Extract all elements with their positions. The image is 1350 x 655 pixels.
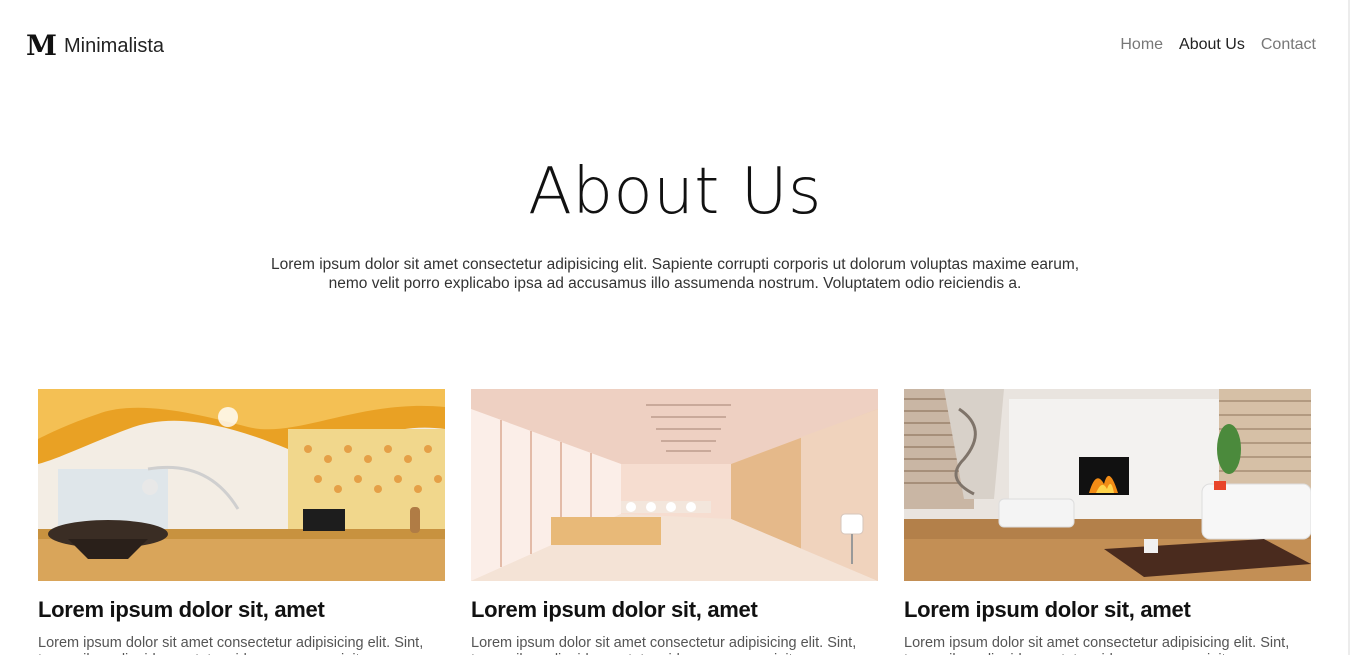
living-room-image: [38, 389, 445, 581]
page: M Minimalista Home About Us Contact Abou…: [0, 0, 1350, 655]
card: Lorem ipsum dolor sit, amet Lorem ipsum …: [471, 389, 878, 655]
nav-link-about-us[interactable]: About Us: [1179, 36, 1245, 54]
brand-name: Minimalista: [64, 34, 165, 57]
card-text: Lorem ipsum dolor sit amet consectetur a…: [38, 635, 424, 655]
intro-text: Lorem ipsum dolor sit amet consectetur a…: [270, 256, 1080, 292]
brand[interactable]: M Minimalista: [26, 30, 164, 62]
card-title: Lorem ipsum dolor sit, amet: [471, 597, 758, 622]
card: Lorem ipsum dolor sit, amet Lorem ipsum …: [38, 389, 445, 655]
card-text: Lorem ipsum dolor sit amet consectetur a…: [471, 635, 857, 655]
site-header: M Minimalista Home About Us Contact: [0, 0, 1348, 92]
logo-mark: M: [26, 29, 57, 62]
card-image-fireplace: [904, 389, 1311, 581]
card-image-living-room: [38, 389, 445, 581]
page-title: About Us: [528, 155, 822, 229]
card-title: Lorem ipsum dolor sit, amet: [38, 597, 325, 622]
fireplace-image: [904, 389, 1311, 581]
card: Lorem ipsum dolor sit, amet Lorem ipsum …: [904, 389, 1311, 655]
card-title: Lorem ipsum dolor sit, amet: [904, 597, 1191, 622]
card-grid: Lorem ipsum dolor sit, amet Lorem ipsum …: [38, 389, 1311, 655]
card-image-office: [471, 389, 878, 581]
card-text: Lorem ipsum dolor sit amet consectetur a…: [904, 635, 1290, 655]
office-image: [471, 389, 878, 581]
nav-link-contact[interactable]: Contact: [1261, 36, 1316, 54]
nav-link-home[interactable]: Home: [1120, 36, 1163, 54]
main-nav: Home About Us Contact: [1120, 36, 1316, 54]
